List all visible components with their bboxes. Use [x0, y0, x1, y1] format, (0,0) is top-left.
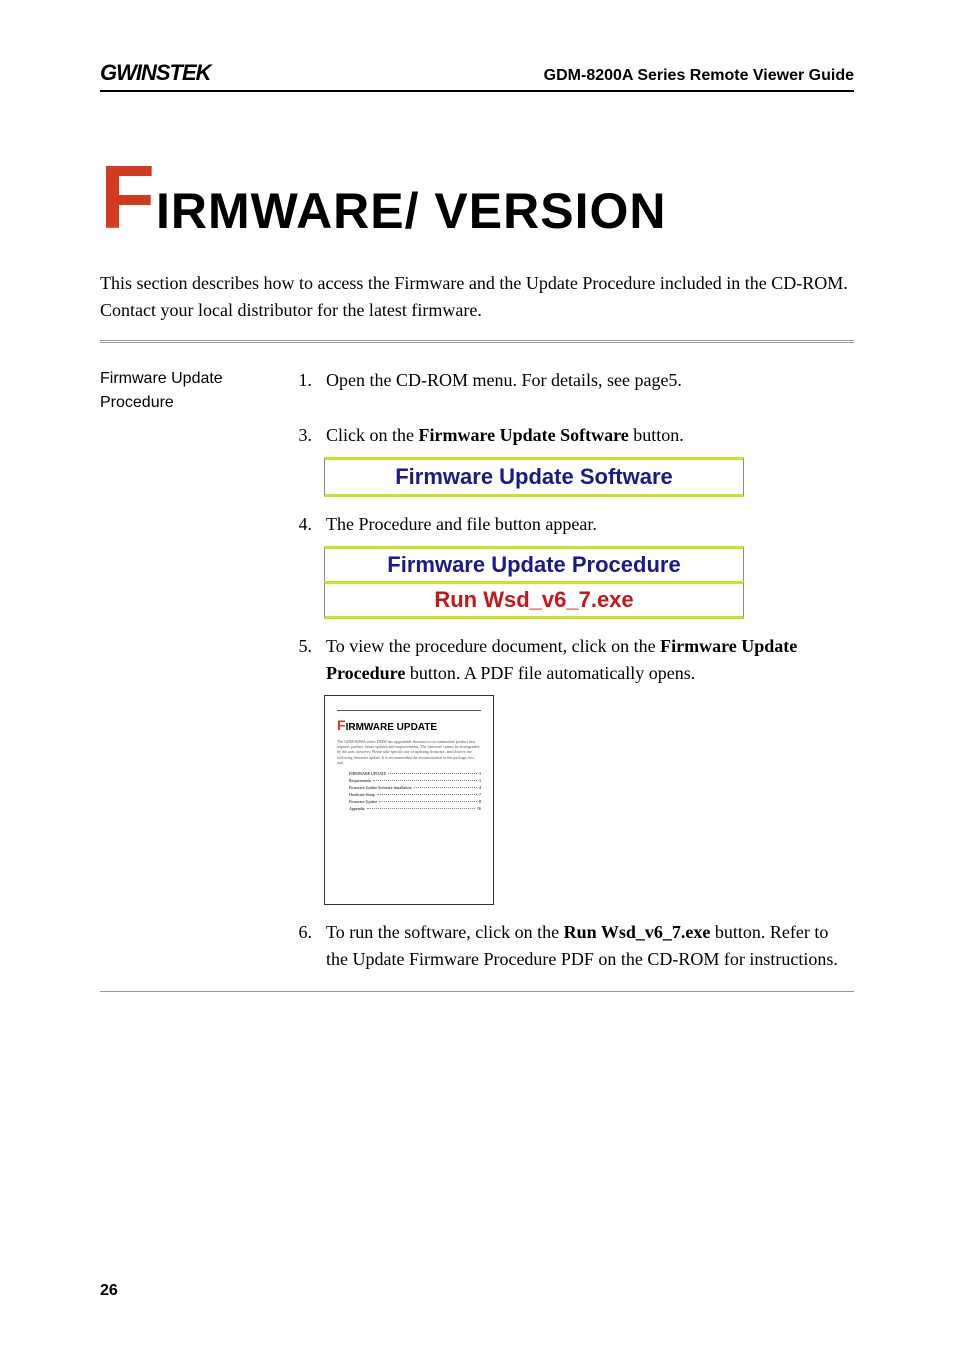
step-text-before: The Procedure and file button appear.	[326, 514, 597, 534]
step-text: To view the procedure document, click on…	[326, 633, 854, 687]
intro-paragraph: This section describes how to access the…	[100, 270, 854, 343]
pdf-toc-row: Firmware Update8	[349, 799, 481, 804]
pdf-toc-row: FIRMWARE UPDATE3	[349, 771, 481, 776]
step-6: 6. To run the software, click on the Run…	[294, 919, 854, 973]
step-number: 6.	[294, 919, 312, 973]
page-number: 26	[100, 1282, 118, 1300]
step-5: 5. To view the procedure document, click…	[294, 633, 854, 687]
pdf-title-dropcap: F	[337, 717, 346, 733]
main-title: FIRMWARE/ VERSION	[100, 162, 854, 240]
step-text-after: button. A PDF file automatically opens.	[405, 663, 695, 683]
firmware-update-procedure-button[interactable]: Firmware Update Procedure	[324, 546, 744, 584]
firmware-update-software-button[interactable]: Firmware Update Software	[324, 457, 744, 497]
step-text-before: Click on the	[326, 425, 419, 445]
header-title: GDM-8200A Series Remote Viewer Guide	[544, 67, 854, 85]
pdf-body-text: The GDM-8200A series DMM has upgradable …	[337, 739, 481, 765]
pdf-title-rest: IRMWARE UPDATE	[346, 722, 437, 733]
pdf-toc-row: Requirements3	[349, 778, 481, 783]
step-text-bold: Firmware Update Software	[419, 425, 629, 445]
step-text: Open the CD-ROM menu. For details, see p…	[326, 367, 854, 394]
step-4: 4. The Procedure and file button appear.	[294, 511, 854, 538]
logo: GWINSTEK	[100, 60, 211, 86]
bottom-divider	[100, 991, 854, 992]
step-text-after: button.	[629, 425, 684, 445]
step-1: 1. Open the CD-ROM menu. For details, se…	[294, 367, 854, 394]
step-number: 3.	[294, 422, 312, 449]
step-text-bold: Run Wsd_v6_7.exe	[564, 922, 711, 942]
button-stack: Firmware Update Procedure Run Wsd_v6_7.e…	[324, 546, 744, 619]
steps-column: 1. Open the CD-ROM menu. For details, se…	[294, 367, 854, 981]
step-text: To run the software, click on the Run Ws…	[326, 919, 854, 973]
pdf-toc: FIRMWARE UPDATE3 Requirements3 Firmware …	[349, 771, 481, 811]
pdf-toc-row: Firmware Update Software Installation4	[349, 785, 481, 790]
step-text-before: To run the software, click on the	[326, 922, 564, 942]
step-number: 1.	[294, 367, 312, 394]
run-wsd-exe-button[interactable]: Run Wsd_v6_7.exe	[324, 581, 744, 619]
page-header: GWINSTEK GDM-8200A Series Remote Viewer …	[100, 60, 854, 92]
step-text: Click on the Firmware Update Software bu…	[326, 422, 854, 449]
step-text-before: Open the CD-ROM menu. For details, see p…	[326, 370, 682, 390]
section-label: Firmware Update Procedure	[100, 367, 270, 981]
content-row: Firmware Update Procedure 1. Open the CD…	[100, 367, 854, 981]
pdf-thumbnail: FIRMWARE UPDATE The GDM-8200A series DMM…	[324, 695, 494, 905]
step-text-before: To view the procedure document, click on…	[326, 636, 660, 656]
step-number: 4.	[294, 511, 312, 538]
step-number: 5.	[294, 633, 312, 687]
logo-text: GWINSTEK	[100, 60, 211, 85]
pdf-title: FIRMWARE UPDATE	[337, 710, 481, 733]
step-text: The Procedure and file button appear.	[326, 511, 854, 538]
step-3: 3. Click on the Firmware Update Software…	[294, 422, 854, 449]
pdf-toc-row: Hardware Setup7	[349, 792, 481, 797]
title-dropcap: F	[100, 148, 156, 248]
pdf-toc-row: Appendix16	[349, 806, 481, 811]
title-rest: IRMWARE/ VERSION	[156, 183, 666, 239]
